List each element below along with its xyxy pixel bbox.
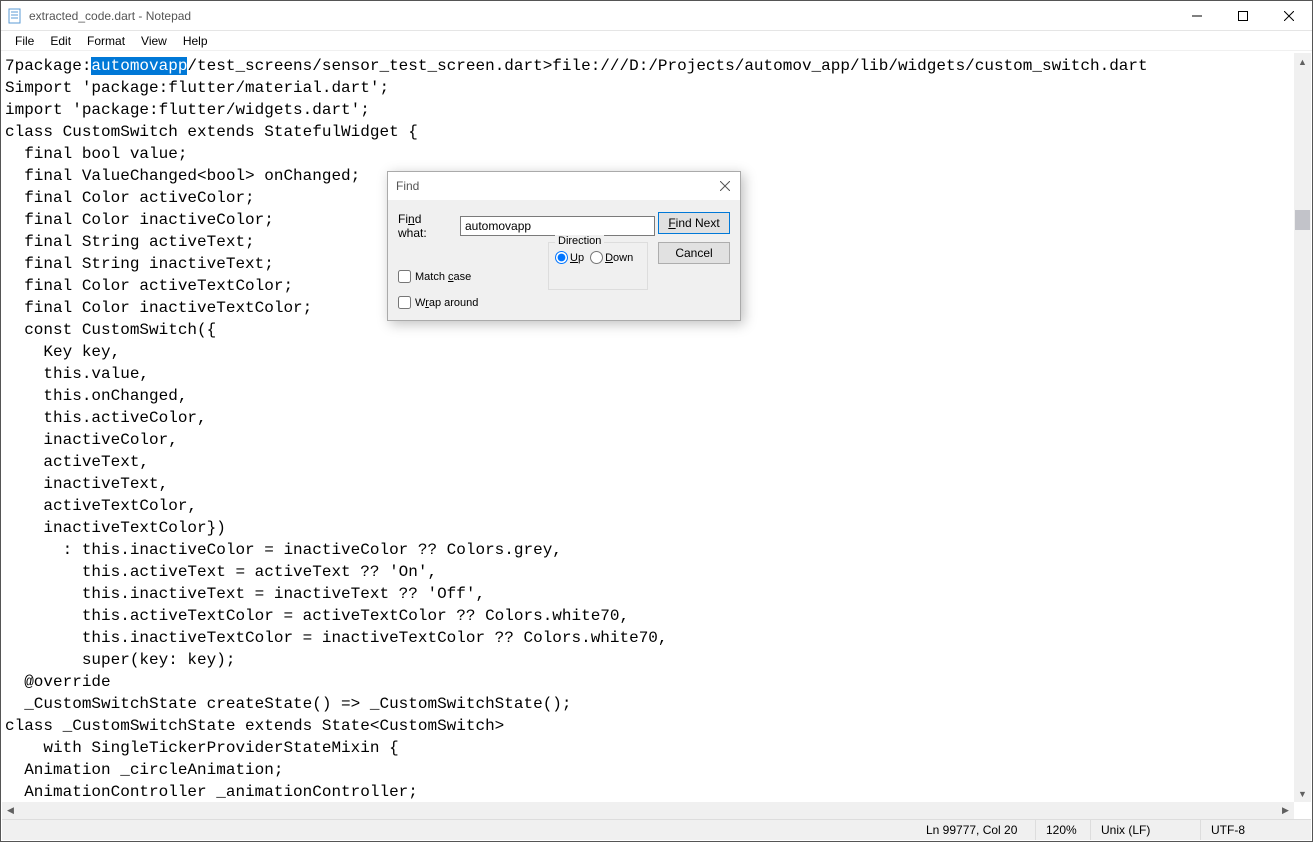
vscroll-thumb[interactable]	[1295, 210, 1310, 230]
notepad-app-icon	[7, 8, 23, 24]
find-dialog-title: Find	[388, 172, 740, 200]
window-controls	[1174, 1, 1312, 30]
close-button[interactable]	[1266, 1, 1312, 30]
menu-edit[interactable]: Edit	[42, 32, 79, 50]
wrap-around-checkbox[interactable]: Wrap around	[398, 296, 478, 309]
editor-area: 7package:automovapp/test_screens/sensor_…	[2, 53, 1311, 819]
scroll-down-button[interactable]: ▼	[1294, 785, 1311, 802]
titlebar: extracted_code.dart - Notepad	[1, 1, 1312, 31]
menu-help[interactable]: Help	[175, 32, 216, 50]
statusbar: Ln 99777, Col 20 120% Unix (LF) UTF-8	[2, 819, 1311, 840]
minimize-button[interactable]	[1174, 1, 1220, 30]
scroll-right-button[interactable]: ▶	[1277, 802, 1294, 819]
status-encoding: UTF-8	[1201, 820, 1311, 840]
menubar: File Edit Format View Help	[1, 31, 1312, 51]
vscroll-track[interactable]	[1294, 70, 1311, 785]
find-what-label: Find what:	[398, 212, 452, 240]
find-what-input[interactable]	[460, 216, 655, 236]
status-zoom: 120%	[1036, 820, 1091, 840]
horizontal-scrollbar[interactable]: ◀ ▶	[2, 802, 1294, 819]
direction-down-radio[interactable]: Down	[590, 251, 633, 264]
scroll-left-button[interactable]: ◀	[2, 802, 19, 819]
hscroll-track[interactable]	[19, 802, 1277, 819]
vertical-scrollbar[interactable]: ▲ ▼	[1294, 53, 1311, 802]
menu-file[interactable]: File	[7, 32, 42, 50]
match-case-checkbox[interactable]: Match case	[398, 270, 471, 283]
direction-up-radio[interactable]: Up	[555, 251, 584, 264]
status-eol: Unix (LF)	[1091, 820, 1201, 840]
scroll-up-button[interactable]: ▲	[1294, 53, 1311, 70]
maximize-button[interactable]	[1220, 1, 1266, 30]
menu-format[interactable]: Format	[79, 32, 133, 50]
direction-group: Direction Up Down	[548, 242, 648, 290]
find-close-button[interactable]	[710, 172, 740, 200]
menu-view[interactable]: View	[133, 32, 175, 50]
direction-label: Direction	[555, 235, 604, 247]
window-title: extracted_code.dart - Notepad	[29, 9, 1174, 23]
cancel-button[interactable]: Cancel	[658, 242, 730, 264]
find-dialog: Find Find what: Find Next Cancel Directi…	[387, 171, 741, 321]
find-next-button[interactable]: Find Next	[658, 212, 730, 234]
status-position: Ln 99777, Col 20	[916, 820, 1036, 840]
text-editor[interactable]: 7package:automovapp/test_screens/sensor_…	[2, 53, 1294, 802]
